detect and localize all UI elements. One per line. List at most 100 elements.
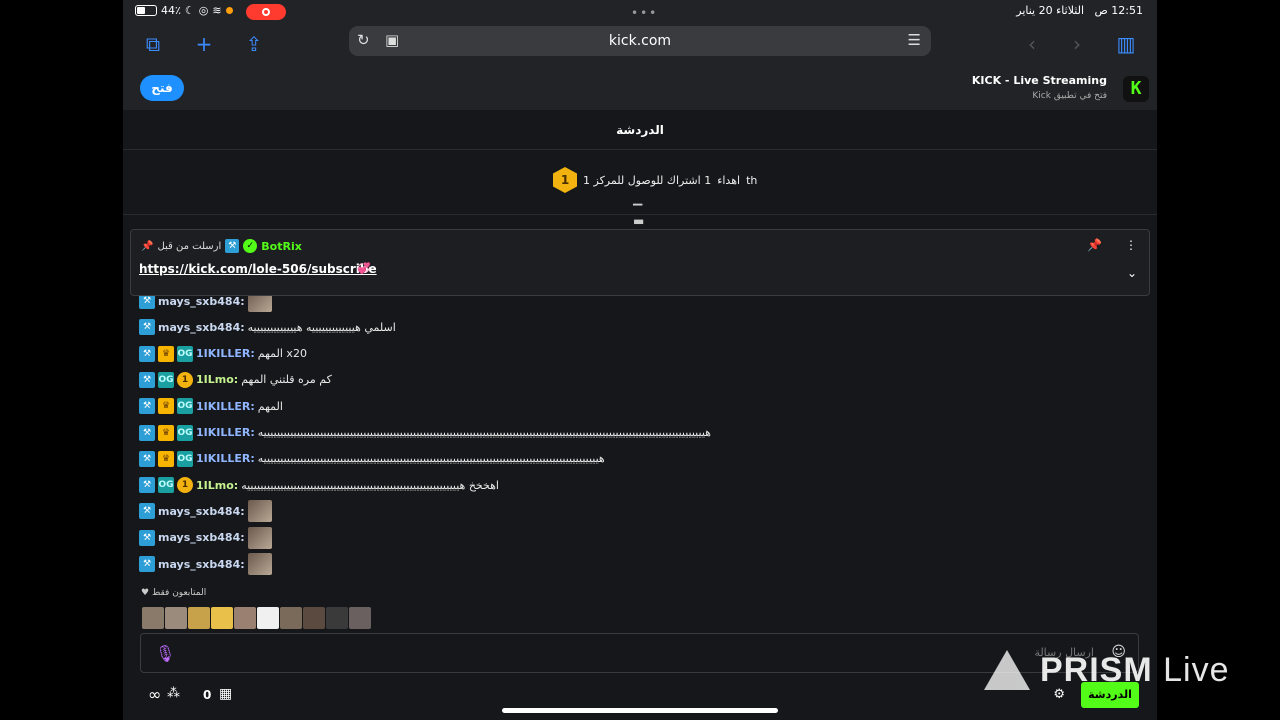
app-banner: فتح KICK - Live Streaming فتح في تطبيق K…	[123, 66, 1157, 110]
status-left: 44٪ ☾ ◎ ≋	[135, 4, 233, 17]
chat-message-text: المهم x20	[257, 347, 307, 361]
status-bar: 44٪ ☾ ◎ ≋ ••• 12:51 ص الثلاثاء 20 يناير	[123, 0, 1157, 24]
chat-username[interactable]: 1IKILLER:	[196, 452, 255, 465]
chat-message: ⚒ ♛ OG 1IKILLER: المهم	[139, 395, 283, 417]
chat-username[interactable]: 1ILmo:	[196, 479, 238, 492]
points-count: 0	[203, 688, 212, 702]
chat-message: ⚒ OG 1 1ILmo: اهخخخ هييييييييييييييييييييييي…	[139, 474, 499, 496]
pinned-message: 📌 ارسلت من قبل ⚒ ✓ BotRix https://kick.c…	[130, 229, 1150, 296]
emote-9[interactable]	[326, 607, 348, 629]
open-app-button[interactable]: فتح	[140, 75, 184, 101]
chat-message-text: اسلمي هيييييييييييييه هيييييييييييييه	[247, 320, 396, 334]
moderator-badge-icon: ⚒	[139, 556, 155, 572]
chat-username[interactable]: 1IKILLER:	[196, 347, 255, 360]
moon-icon: ☾	[184, 4, 195, 17]
chat-username[interactable]: mays_sxb484:	[158, 295, 245, 308]
prism-logo-icon	[984, 650, 1030, 690]
chat-message: ⚒ mays_sxb484:	[139, 500, 272, 523]
battery-level: 44٪	[161, 4, 181, 17]
watermark-suffix: Live	[1163, 650, 1230, 689]
og-badge-icon: OG	[177, 424, 193, 441]
pinned-header: 📌 ارسلت من قبل ⚒ ✓ BotRix	[141, 239, 302, 253]
collapse-goal-icon[interactable]: ▔ ▬	[633, 205, 644, 227]
emote-3[interactable]	[188, 607, 210, 629]
pinned-username[interactable]: BotRix	[261, 240, 302, 253]
og-badge-icon: OG	[158, 371, 174, 388]
emote-1[interactable]	[142, 607, 164, 629]
app-banner-title: KICK - Live Streaming	[971, 74, 1107, 87]
chat-username[interactable]: mays_sxb484:	[158, 531, 245, 544]
goal-text: 1 اشتراك للوصول للمركز 1	[583, 173, 712, 187]
chat-username[interactable]: mays_sxb484:	[158, 558, 245, 571]
chat-message: ⚒ ♛ OG 1IKILLER: هيييييييييييييييييييييييييي…	[139, 422, 711, 444]
chat-username[interactable]: 1IKILLER:	[196, 426, 255, 439]
chat-username[interactable]: 1IKILLER:	[196, 400, 255, 413]
og-badge-icon: OG	[177, 450, 193, 467]
og-badge-icon: OG	[177, 345, 193, 362]
more-options-icon[interactable]: ⋮	[1125, 238, 1137, 252]
moderator-badge-icon: ⚒	[139, 503, 155, 520]
screen-recording-icon[interactable]	[246, 4, 286, 20]
chat-message-text: هييييييييييييييييييييييييييييييييييييييي…	[257, 452, 605, 466]
emote-5[interactable]	[234, 607, 256, 629]
multitask-dots-icon[interactable]: •••	[631, 6, 658, 20]
chevron-down-icon[interactable]: ⌄	[1127, 266, 1137, 280]
kick-logo-icon: K	[1123, 76, 1149, 102]
emote-bar	[142, 607, 371, 629]
vip-crown-badge-icon: ♛	[158, 398, 174, 415]
goal-suffix: th	[746, 173, 758, 187]
pinned-link[interactable]: https://kick.com/lole-506/subscribe	[139, 262, 377, 276]
chat-message: ⚒ mays_sxb484:	[139, 553, 272, 575]
prism-live-watermark: PRISM Live	[984, 650, 1230, 690]
emote-image	[247, 526, 272, 549]
home-indicator[interactable]	[502, 708, 778, 713]
url-text[interactable]: kick.com	[349, 33, 931, 49]
chat-username[interactable]: mays_sxb484:	[158, 505, 245, 518]
chat-message-text: كم مره قلتني المهم	[241, 373, 332, 387]
emote-8[interactable]	[303, 607, 325, 629]
sidebar-icon[interactable]: ▥	[1113, 31, 1139, 57]
address-bar[interactable]: ↻ ▣ kick.com ☰	[349, 26, 931, 56]
vip-crown-badge-icon: ♛	[158, 424, 174, 441]
moderator-badge-icon: ⚒	[139, 319, 155, 336]
chat-header-title: الدردشة	[123, 110, 1157, 150]
status-right: 12:51 ص الثلاثاء 20 يناير	[1016, 4, 1143, 17]
moderator-badge-icon: ⚒	[139, 477, 155, 494]
back-icon[interactable]: ‹	[1019, 31, 1045, 57]
tabs-icon[interactable]: ⧉	[140, 31, 166, 57]
share-icon[interactable]: ⇪	[241, 31, 267, 57]
emote-10[interactable]	[349, 607, 371, 629]
store-icon[interactable]: ▦	[219, 686, 232, 702]
heart-emoji-icon: 💞	[357, 262, 371, 275]
moderator-badge-icon: ⚒	[139, 345, 155, 362]
chat-username[interactable]: mays_sxb484:	[158, 321, 245, 334]
moderator-badge-icon: ⚒	[139, 371, 155, 388]
og-badge-icon: OG	[177, 398, 193, 415]
vip-crown-badge-icon: ♛	[158, 345, 174, 362]
emote-image	[247, 500, 272, 523]
pinned-by-label: ارسلت من قبل	[157, 240, 222, 252]
new-tab-icon[interactable]: +	[191, 31, 217, 57]
infinity-icon[interactable]: ∞	[148, 685, 161, 704]
chat-message: ⚒ ♛ OG 1IKILLER: المهم x20	[139, 343, 307, 365]
chat-message: ⚒ OG 1 1ILmo: كم مره قلتني المهم	[139, 369, 332, 391]
followers-only-text: المتابعون فقط	[151, 588, 207, 598]
app-banner-subtitle: فتح في تطبيق Kick	[1032, 91, 1107, 101]
emote-6[interactable]	[257, 607, 279, 629]
followers-only-label: المتابعون فقط ♥	[141, 588, 207, 598]
emote-4[interactable]	[211, 607, 233, 629]
subscriber-badge-icon: 1	[177, 371, 193, 388]
moderator-badge-icon: ⚒	[139, 450, 155, 467]
chat-username[interactable]: 1ILmo:	[196, 373, 238, 386]
emote-2[interactable]	[165, 607, 187, 629]
microphone-icon[interactable]: 🎙	[155, 644, 175, 663]
watermark-text: PRISM Live	[1040, 651, 1230, 690]
moderator-badge-icon: ⚒	[139, 398, 155, 415]
emote-7[interactable]	[280, 607, 302, 629]
kicks-icon[interactable]: ⁂	[167, 686, 180, 701]
forward-icon[interactable]: ›	[1064, 31, 1090, 57]
reader-icon[interactable]: ☰	[908, 31, 921, 49]
ipad-screen: 44٪ ☾ ◎ ≋ ••• 12:51 ص الثلاثاء 20 يناير …	[123, 0, 1157, 720]
date: الثلاثاء 20 يناير	[1016, 4, 1084, 17]
unpin-icon[interactable]: 📌	[1087, 238, 1102, 252]
